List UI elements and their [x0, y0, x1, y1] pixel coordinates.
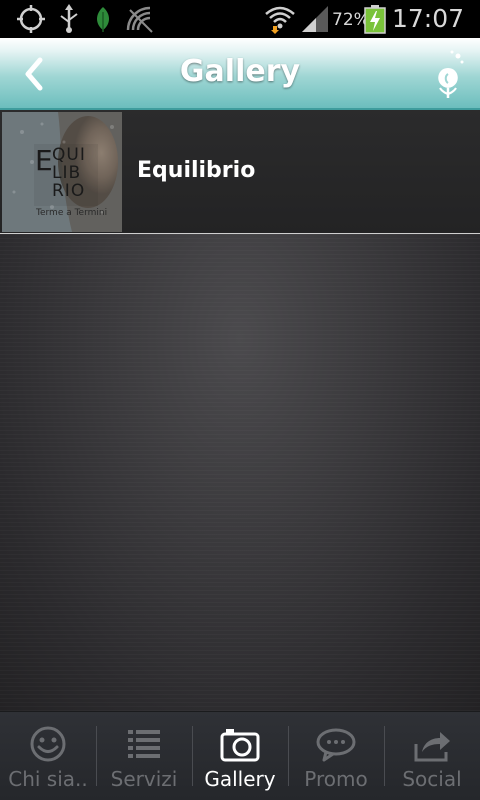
no-signal-icon — [126, 6, 153, 33]
nav-label: Chi sia.. — [8, 767, 88, 791]
gallery-content: E QUI LIB RIO Terme a Termini Equilibrio — [0, 110, 480, 711]
nav-item-servizi[interactable]: Servizi — [96, 712, 192, 800]
nav-label: Promo — [304, 767, 368, 791]
status-bar: 72% 17:07 — [0, 0, 480, 38]
gps-icon — [17, 5, 45, 33]
svg-text:E: E — [35, 144, 53, 177]
thumb-text-line: LIB — [52, 163, 82, 183]
thumb-subtitle: Terme a Termini — [36, 208, 108, 218]
nav-label: Gallery — [204, 767, 276, 791]
thumb-text-line: RIO — [52, 181, 86, 201]
clock: 17:07 — [392, 4, 465, 33]
nav-item-promo[interactable]: Promo — [288, 712, 384, 800]
camera-icon — [220, 729, 260, 762]
chat-bubble-icon — [316, 728, 356, 762]
battery-charging-icon — [364, 5, 386, 34]
wifi-icon — [265, 6, 295, 34]
signal-icon — [302, 6, 328, 32]
share-icon — [414, 732, 450, 762]
nav-label: Servizi — [110, 767, 178, 791]
list-icon — [128, 730, 160, 758]
leaf-icon — [97, 7, 109, 32]
page-title: Gallery — [179, 54, 301, 89]
equilibrio-thumbnail: E QUI LIB RIO Terme a Termini — [2, 112, 122, 232]
nav-item-chi-siamo[interactable]: Chi sia.. — [0, 712, 96, 800]
usb-icon — [60, 4, 78, 33]
header-bar: Gallery — [0, 38, 480, 110]
smiley-icon — [30, 726, 66, 762]
flower-logo-icon[interactable] — [428, 48, 468, 100]
thumb-text-line: QUI — [52, 145, 86, 165]
nav-label: Social — [402, 767, 462, 791]
bottom-nav: Chi sia.. Servizi Gallery Promo Social — [0, 711, 480, 800]
nav-item-social[interactable]: Social — [384, 712, 480, 800]
gallery-item-equilibrio[interactable]: E QUI LIB RIO Terme a Termini Equilibrio — [0, 110, 480, 234]
nav-item-gallery[interactable]: Gallery — [192, 712, 288, 800]
gallery-item-label: Equilibrio — [137, 158, 256, 183]
